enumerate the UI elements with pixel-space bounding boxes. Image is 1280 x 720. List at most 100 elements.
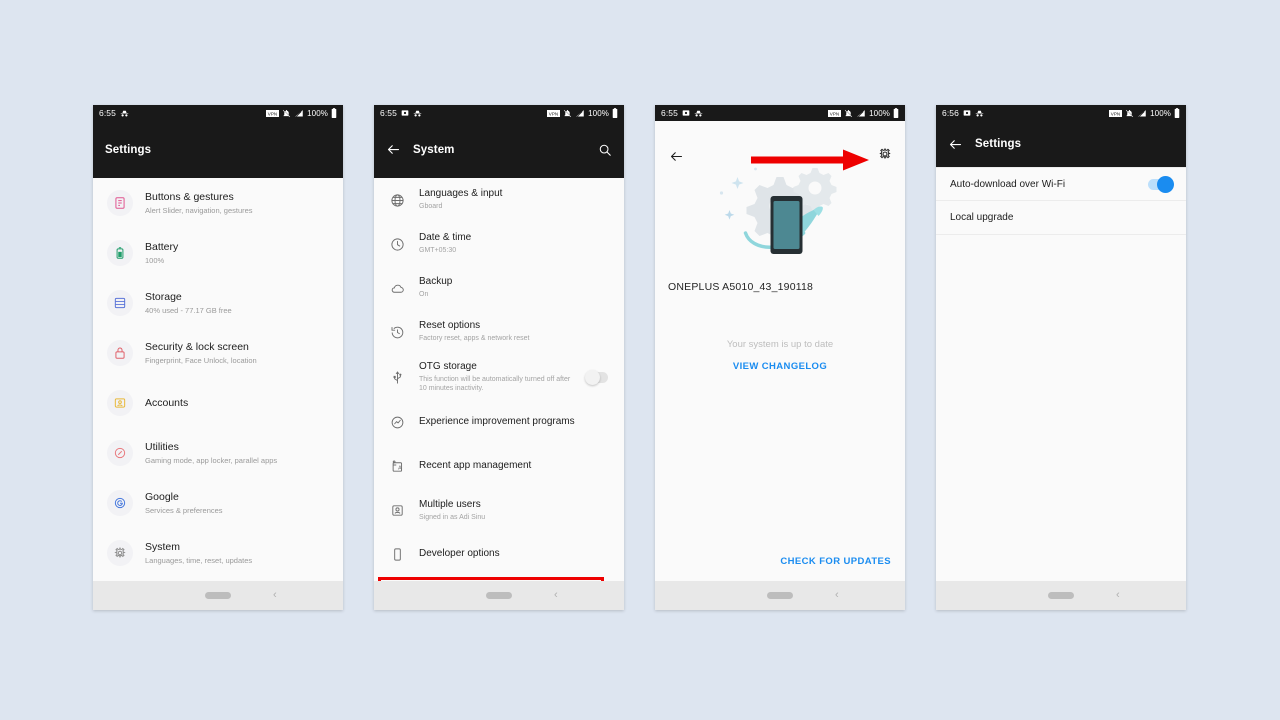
settings-row-subtitle: Languages, time, reset, updates: [145, 555, 253, 565]
view-changelog-button[interactable]: VIEW CHANGELOG: [655, 361, 905, 372]
vpn-icon: VPN: [828, 109, 842, 117]
phone-screen-update-settings: 6:56 VPN 100% Settings Auto-download ove…: [936, 105, 1186, 610]
accounts-icon: [107, 390, 133, 416]
battery-percent: 100%: [1150, 108, 1171, 118]
system-row-title: Languages & input: [419, 188, 503, 200]
user-icon: [388, 503, 406, 518]
system-row-title: Reset options: [419, 320, 481, 332]
system-row[interactable]: Backup On: [374, 266, 624, 310]
status-bar: 6:55 VPN 100%: [655, 105, 905, 121]
system-row-text: Backup On: [419, 276, 610, 299]
battery-percent: 100%: [307, 108, 328, 118]
settings-row-title: Security & lock screen: [145, 341, 249, 354]
search-icon[interactable]: [598, 143, 612, 157]
system-row-text: Recent app management: [419, 460, 610, 472]
system-row[interactable]: Date & time GMT+05:30: [374, 222, 624, 266]
notifications-silenced-icon: [282, 109, 291, 118]
notifications-silenced-icon: [1125, 109, 1134, 118]
signal-icon: [294, 109, 304, 118]
system-row-text: Experience improvement programs: [419, 416, 610, 428]
settings-row-subtitle: 40% used - 77.17 GB free: [145, 305, 232, 315]
system-row[interactable]: Experience improvement programs: [374, 400, 624, 444]
preference-row[interactable]: Auto-download over Wi-Fi: [936, 167, 1186, 201]
battery-percent: 100%: [588, 108, 609, 118]
battery-icon: [107, 240, 133, 266]
system-row-title: Backup: [419, 276, 453, 288]
svg-text:VPN: VPN: [549, 111, 558, 116]
signal-icon: [575, 109, 585, 118]
svg-text:VPN: VPN: [1111, 111, 1120, 116]
settings-row-title: Buttons & gestures: [145, 191, 234, 204]
settings-row-subtitle: Services & preferences: [145, 505, 223, 515]
system-row[interactable]: Reset options Factory reset, apps & netwo…: [374, 310, 624, 354]
preference-row[interactable]: Local upgrade: [936, 201, 1186, 235]
system-row-title: OTG storage: [419, 361, 477, 372]
incognito-icon: [694, 109, 703, 118]
system-row-text: OTG storage This function will be automat…: [419, 361, 573, 393]
back-chevron-icon[interactable]: ‹: [273, 590, 277, 601]
system-row[interactable]: Languages & input Gboard: [374, 178, 624, 222]
screenshot-icon: [682, 109, 690, 117]
phone-screen-system: 6:55 VPN 100% System Languages & input G…: [374, 105, 624, 610]
battery-icon: [893, 108, 899, 118]
navigation-bar: ‹: [936, 581, 1186, 610]
status-bar: 6:55 VPN 100%: [374, 105, 624, 121]
settings-list: Buttons & gestures Alert Slider, navigati…: [93, 178, 343, 581]
settings-row[interactable]: Buttons & gestures Alert Slider, navigati…: [93, 178, 343, 228]
home-pill-button[interactable]: [486, 592, 512, 599]
status-time: 6:55: [661, 108, 678, 118]
settings-row-subtitle: 100%: [145, 255, 165, 265]
system-row[interactable]: OTG storage This function will be automat…: [374, 354, 624, 400]
svg-text:VPN: VPN: [830, 111, 839, 116]
incognito-icon: [975, 109, 984, 118]
settings-row-text: System Languages, time, reset, updates: [145, 541, 252, 564]
otg-storage-toggle[interactable]: [585, 369, 608, 385]
check-for-updates-button[interactable]: CHECK FOR UPDATES: [780, 556, 891, 567]
settings-row[interactable]: Utilities Gaming mode, app locker, parall…: [93, 428, 343, 478]
battery-percent: 100%: [869, 108, 890, 118]
navigation-bar: ‹: [93, 581, 343, 610]
back-chevron-icon[interactable]: ‹: [554, 590, 558, 601]
system-row-title: Date & time: [419, 232, 472, 244]
notifications-silenced-icon: [563, 109, 572, 118]
settings-row[interactable]: Accounts: [93, 378, 343, 428]
back-chevron-icon[interactable]: ‹: [835, 590, 839, 601]
back-arrow-icon[interactable]: [386, 142, 401, 157]
cloud-icon: [388, 281, 406, 296]
chart-circle-icon: [388, 415, 406, 430]
svg-text:A: A: [398, 465, 402, 471]
settings-row-text: Accounts: [145, 397, 188, 409]
gear-icon[interactable]: [878, 147, 892, 161]
system-row-subtitle: On: [419, 291, 429, 299]
settings-row[interactable]: System Languages, time, reset, updates: [93, 528, 343, 578]
incognito-icon: [120, 109, 129, 118]
update-status-text: Your system is up to date: [726, 339, 834, 350]
system-row[interactable]: Developer options: [374, 532, 624, 576]
system-row-text: Languages & input Gboard: [419, 188, 610, 211]
system-row-text: Developer options: [419, 548, 610, 560]
battery-icon: [331, 108, 337, 118]
back-arrow-icon[interactable]: [948, 137, 963, 152]
phone-icon: [388, 547, 406, 562]
settings-row[interactable]: Storage 40% used - 77.17 GB free: [93, 278, 343, 328]
back-chevron-icon[interactable]: ‹: [1116, 590, 1120, 601]
system-row[interactable]: A Recent app management: [374, 444, 624, 488]
status-bar-left: 6:55: [380, 108, 422, 118]
page-title: Settings: [975, 138, 1022, 150]
settings-row[interactable]: Security & lock screen Fingerprint, Face …: [93, 328, 343, 378]
settings-row[interactable]: Battery 100%: [93, 228, 343, 278]
phone-screen-settings: 6:55 VPN 100% Settings Buttons & gesture…: [93, 105, 343, 610]
back-arrow-icon[interactable]: [669, 149, 684, 164]
status-bar-right: VPN 100%: [266, 108, 337, 118]
settings-row-subtitle: Alert Slider, navigation, gestures: [145, 205, 253, 215]
settings-row[interactable]: Google Services & preferences: [93, 478, 343, 528]
home-pill-button[interactable]: [205, 592, 231, 599]
home-pill-button[interactable]: [767, 592, 793, 599]
auto-download-toggle[interactable]: [1148, 175, 1174, 193]
usb-icon: [388, 370, 406, 385]
status-bar: 6:56 VPN 100%: [936, 105, 1186, 121]
system-row-subtitle: Factory reset, apps & network reset: [419, 335, 530, 343]
gear-icon: [107, 540, 133, 566]
system-row[interactable]: Multiple users Signed in as Adi Sinu: [374, 488, 624, 532]
home-pill-button[interactable]: [1048, 592, 1074, 599]
